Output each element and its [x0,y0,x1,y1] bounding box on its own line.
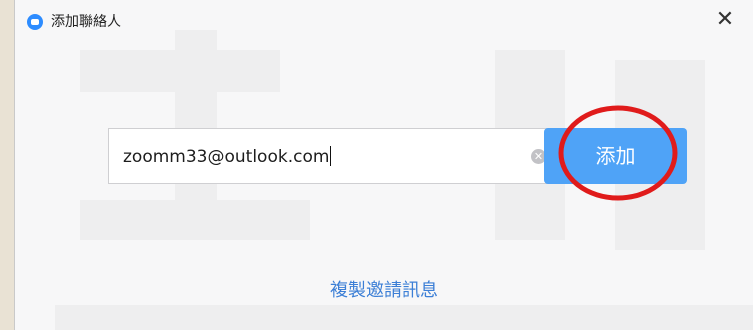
close-button[interactable]: ✕ [713,8,737,32]
text-caret [330,146,332,166]
watermark-shape [80,200,310,240]
email-value: zoomm33@outlook.com [123,147,330,167]
watermark-shape [55,305,753,330]
title-bar: 添加聯絡人 ✕ [15,0,753,40]
dialog-title: 添加聯絡人 [51,14,121,30]
add-contact-button[interactable]: 添加 [544,128,687,184]
add-contact-dialog: 添加聯絡人 ✕ zoomm33@outlook.com ✕ 添加 複製邀請訊息 [14,0,753,330]
copy-invite-message-link[interactable]: 複製邀請訊息 [15,276,753,302]
zoom-app-icon [27,14,43,30]
watermark-shape [175,30,217,220]
contact-email-field[interactable]: zoomm33@outlook.com ✕ [108,128,558,184]
contact-email-input[interactable]: zoomm33@outlook.com [123,146,332,167]
